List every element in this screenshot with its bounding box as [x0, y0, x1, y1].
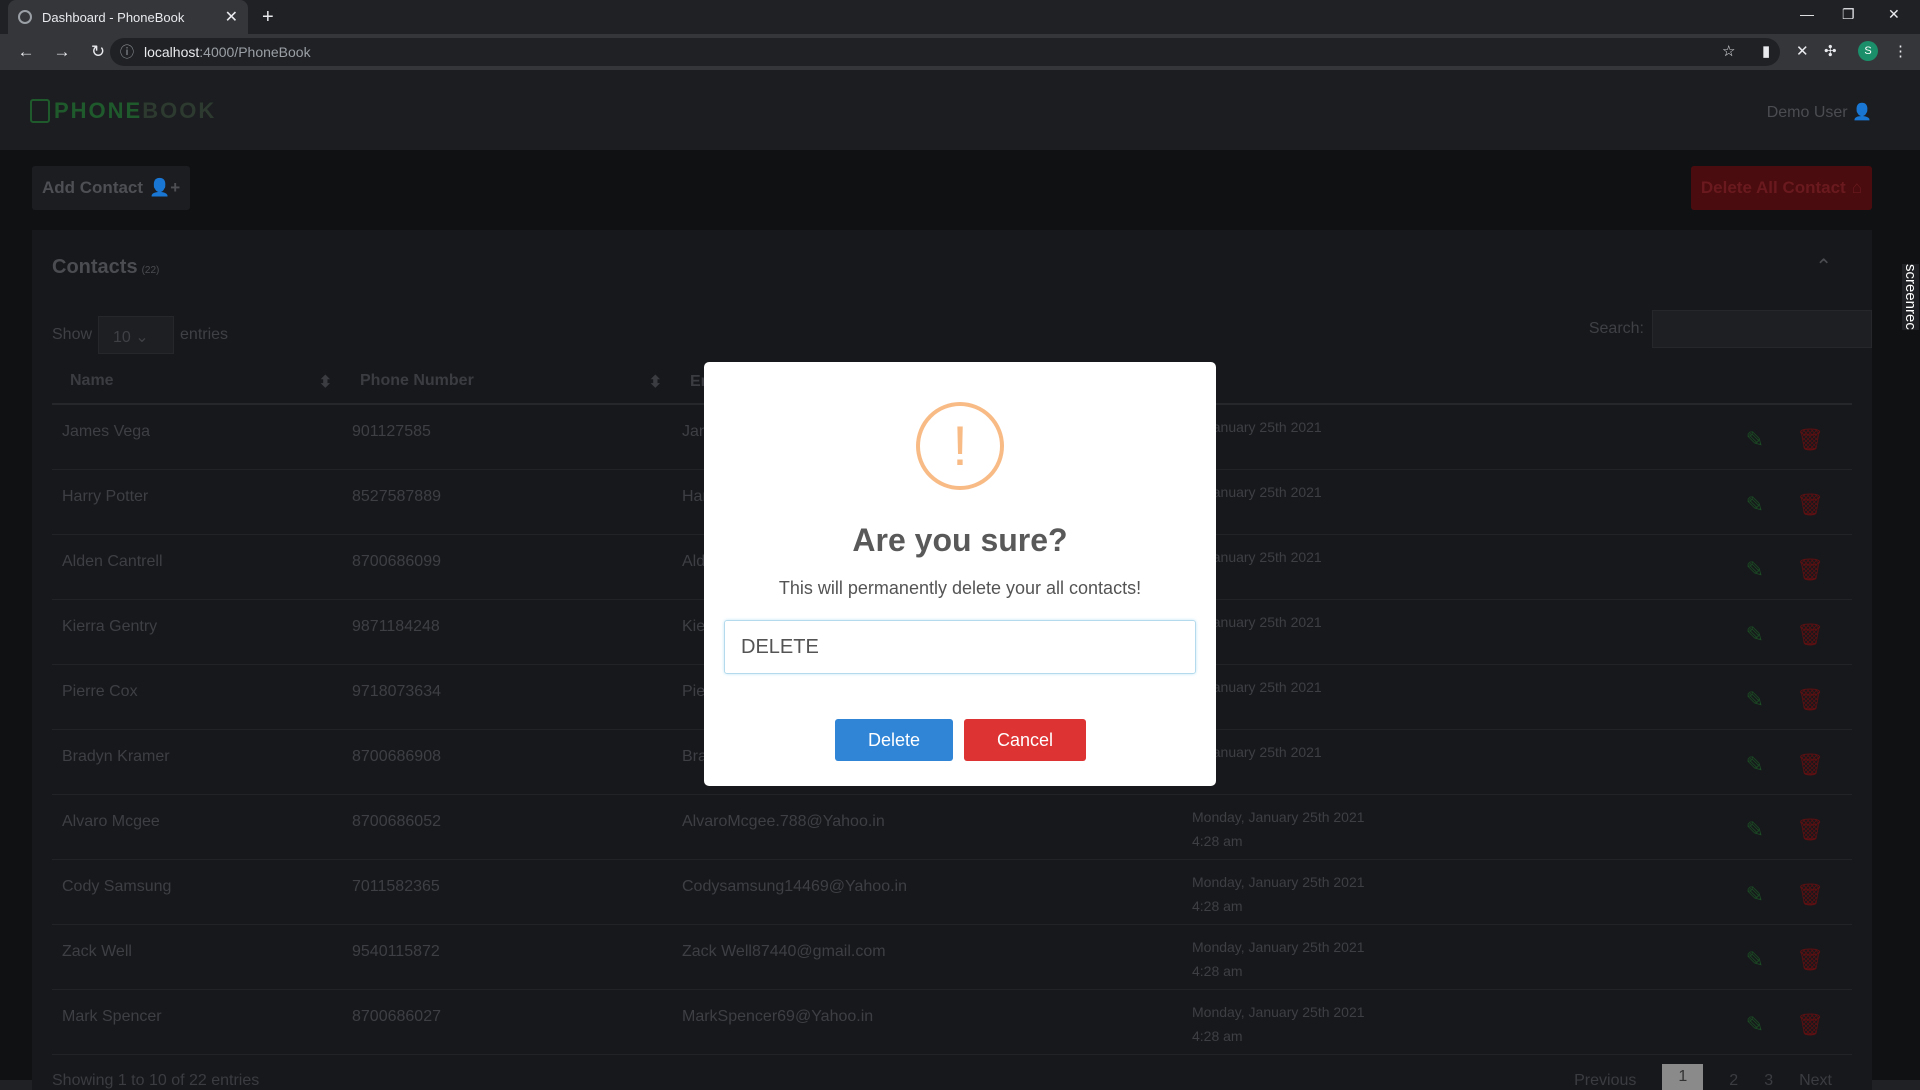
modal-text: This will permanently delete your all co…: [778, 578, 1142, 598]
confirm-modal: ! Are you sure? This will permanently de…: [704, 362, 1216, 786]
modal-overlay: ! Are you sure? This will permanently de…: [0, 0, 1920, 1080]
cancel-button[interactable]: Cancel: [964, 719, 1086, 761]
delete-button[interactable]: Delete: [835, 719, 953, 761]
confirm-text-input[interactable]: DELETE: [724, 620, 1196, 674]
modal-title: Are you sure?: [852, 522, 1068, 558]
warning-icon: !: [916, 402, 1004, 490]
